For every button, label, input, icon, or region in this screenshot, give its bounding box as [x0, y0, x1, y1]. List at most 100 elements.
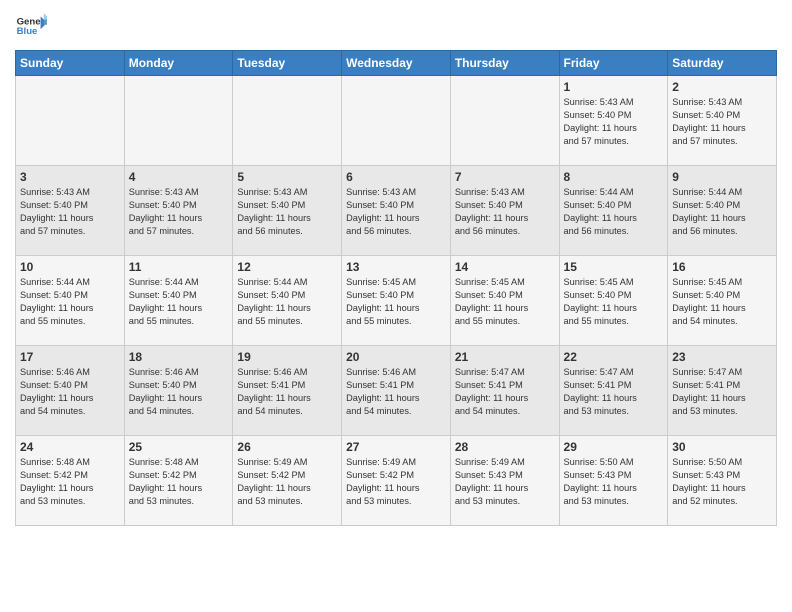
- calendar-header-row: SundayMondayTuesdayWednesdayThursdayFrid…: [16, 51, 777, 76]
- calendar-cell: [124, 76, 233, 166]
- calendar-cell: 2 Sunrise: 5:43 AM Sunset: 5:40 PM Daylig…: [668, 76, 777, 166]
- day-info: Sunrise: 5:44 AM Sunset: 5:40 PM Dayligh…: [564, 186, 664, 238]
- day-info: Sunrise: 5:45 AM Sunset: 5:40 PM Dayligh…: [672, 276, 772, 328]
- day-number: 1: [564, 80, 664, 94]
- day-info: Sunrise: 5:49 AM Sunset: 5:42 PM Dayligh…: [237, 456, 337, 508]
- day-number: 21: [455, 350, 555, 364]
- calendar-cell: 4 Sunrise: 5:43 AM Sunset: 5:40 PM Daylig…: [124, 166, 233, 256]
- calendar-cell: 22Sunrise: 5:47 AM Sunset: 5:41 PM Dayli…: [559, 346, 668, 436]
- calendar-cell: 27 Sunrise: 5:49 AM Sunset: 5:42 PM Dayli…: [342, 436, 451, 526]
- day-number: 19: [237, 350, 337, 364]
- day-info: Sunrise: 5:45 AM Sunset: 5:40 PM Dayligh…: [346, 276, 446, 328]
- calendar-cell: 14 Sunrise: 5:45 AM Sunset: 5:40 PM Dayli…: [450, 256, 559, 346]
- calendar-cell: 29 Sunrise: 5:50 AM Sunset: 5:43 PM Dayli…: [559, 436, 668, 526]
- day-number: 28: [455, 440, 555, 454]
- day-number: 5: [237, 170, 337, 184]
- logo-icon: General Blue: [15, 10, 47, 42]
- calendar-week-row: 17 Sunrise: 5:46 AM Sunset: 5:40 PM Dayli…: [16, 346, 777, 436]
- day-number: 20: [346, 350, 446, 364]
- day-info: Sunrise: 5:47 AM Sunset: 5:41 PM Dayligh…: [672, 366, 772, 418]
- calendar-cell: 11 Sunrise: 5:44 AM Sunset: 5:40 PM Dayli…: [124, 256, 233, 346]
- calendar-cell: 19 Sunrise: 5:46 AM Sunset: 5:41 PM Dayli…: [233, 346, 342, 436]
- calendar-cell: 26 Sunrise: 5:49 AM Sunset: 5:42 PM Dayli…: [233, 436, 342, 526]
- day-info: Sunrise: 5:48 AM Sunset: 5:42 PM Dayligh…: [129, 456, 229, 508]
- day-info: Sunrise: 5:47 AM Sunset: 5:41 PM Dayligh…: [455, 366, 555, 418]
- calendar-week-row: 10 Sunrise: 5:44 AM Sunset: 5:40 PM Dayli…: [16, 256, 777, 346]
- day-number: 29: [564, 440, 664, 454]
- calendar-cell: 25 Sunrise: 5:48 AM Sunset: 5:42 PM Dayli…: [124, 436, 233, 526]
- day-info: Sunrise: 5:44 AM Sunset: 5:40 PM Dayligh…: [237, 276, 337, 328]
- day-number: 7: [455, 170, 555, 184]
- calendar-day-header: Tuesday: [233, 51, 342, 76]
- day-number: 3: [20, 170, 120, 184]
- day-number: 24: [20, 440, 120, 454]
- calendar-cell: [342, 76, 451, 166]
- day-number: 9: [672, 170, 772, 184]
- day-number: 22: [564, 350, 664, 364]
- calendar-cell: 3 Sunrise: 5:43 AM Sunset: 5:40 PM Daylig…: [16, 166, 125, 256]
- calendar-cell: 1Sunrise: 5:43 AM Sunset: 5:40 PM Daylig…: [559, 76, 668, 166]
- calendar-cell: 20 Sunrise: 5:46 AM Sunset: 5:41 PM Dayli…: [342, 346, 451, 436]
- page-container: General Blue SundayMondayTuesdayWednesda…: [0, 0, 792, 536]
- calendar-week-row: 3 Sunrise: 5:43 AM Sunset: 5:40 PM Daylig…: [16, 166, 777, 256]
- calendar-cell: 23 Sunrise: 5:47 AM Sunset: 5:41 PM Dayli…: [668, 346, 777, 436]
- day-info: Sunrise: 5:46 AM Sunset: 5:41 PM Dayligh…: [237, 366, 337, 418]
- day-info: Sunrise: 5:49 AM Sunset: 5:42 PM Dayligh…: [346, 456, 446, 508]
- day-info: Sunrise: 5:50 AM Sunset: 5:43 PM Dayligh…: [564, 456, 664, 508]
- day-info: Sunrise: 5:45 AM Sunset: 5:40 PM Dayligh…: [564, 276, 664, 328]
- day-number: 27: [346, 440, 446, 454]
- day-info: Sunrise: 5:48 AM Sunset: 5:42 PM Dayligh…: [20, 456, 120, 508]
- calendar-cell: 24 Sunrise: 5:48 AM Sunset: 5:42 PM Dayli…: [16, 436, 125, 526]
- day-number: 23: [672, 350, 772, 364]
- day-info: Sunrise: 5:43 AM Sunset: 5:40 PM Dayligh…: [20, 186, 120, 238]
- day-number: 25: [129, 440, 229, 454]
- calendar-day-header: Sunday: [16, 51, 125, 76]
- calendar-day-header: Saturday: [668, 51, 777, 76]
- day-number: 2: [672, 80, 772, 94]
- calendar-day-header: Wednesday: [342, 51, 451, 76]
- calendar-cell: 7 Sunrise: 5:43 AM Sunset: 5:40 PM Daylig…: [450, 166, 559, 256]
- day-info: Sunrise: 5:43 AM Sunset: 5:40 PM Dayligh…: [237, 186, 337, 238]
- day-number: 6: [346, 170, 446, 184]
- calendar-cell: 9 Sunrise: 5:44 AM Sunset: 5:40 PM Daylig…: [668, 166, 777, 256]
- day-number: 13: [346, 260, 446, 274]
- calendar-cell: 17Sunrise: 5:46 AM Sunset: 5:40 PM Dayli…: [16, 346, 125, 436]
- day-number: 8: [564, 170, 664, 184]
- calendar-cell: 8 Sunrise: 5:44 AM Sunset: 5:40 PM Daylig…: [559, 166, 668, 256]
- day-number: 18: [129, 350, 229, 364]
- calendar-day-header: Monday: [124, 51, 233, 76]
- day-number: 17: [20, 350, 120, 364]
- day-number: 16: [672, 260, 772, 274]
- day-info: Sunrise: 5:45 AM Sunset: 5:40 PM Dayligh…: [455, 276, 555, 328]
- day-info: Sunrise: 5:49 AM Sunset: 5:43 PM Dayligh…: [455, 456, 555, 508]
- calendar-cell: 5 Sunrise: 5:43 AM Sunset: 5:40 PM Daylig…: [233, 166, 342, 256]
- calendar-cell: 28 Sunrise: 5:49 AM Sunset: 5:43 PM Dayli…: [450, 436, 559, 526]
- calendar-cell: 21 Sunrise: 5:47 AM Sunset: 5:41 PM Dayli…: [450, 346, 559, 436]
- day-info: Sunrise: 5:46 AM Sunset: 5:41 PM Dayligh…: [346, 366, 446, 418]
- day-number: 11: [129, 260, 229, 274]
- calendar-cell: [233, 76, 342, 166]
- calendar-cell: 12Sunrise: 5:44 AM Sunset: 5:40 PM Dayli…: [233, 256, 342, 346]
- day-info: Sunrise: 5:44 AM Sunset: 5:40 PM Dayligh…: [129, 276, 229, 328]
- day-number: 30: [672, 440, 772, 454]
- calendar-table: SundayMondayTuesdayWednesdayThursdayFrid…: [15, 50, 777, 526]
- calendar-cell: 16 Sunrise: 5:45 AM Sunset: 5:40 PM Dayli…: [668, 256, 777, 346]
- day-number: 4: [129, 170, 229, 184]
- day-info: Sunrise: 5:43 AM Sunset: 5:40 PM Dayligh…: [455, 186, 555, 238]
- day-info: Sunrise: 5:43 AM Sunset: 5:40 PM Dayligh…: [129, 186, 229, 238]
- calendar-cell: 18 Sunrise: 5:46 AM Sunset: 5:40 PM Dayli…: [124, 346, 233, 436]
- calendar-cell: 13 Sunrise: 5:45 AM Sunset: 5:40 PM Dayli…: [342, 256, 451, 346]
- header: General Blue: [15, 10, 777, 42]
- calendar-cell: 6Sunrise: 5:43 AM Sunset: 5:40 PM Daylig…: [342, 166, 451, 256]
- day-number: 14: [455, 260, 555, 274]
- calendar-cell: 30Sunrise: 5:50 AM Sunset: 5:43 PM Dayli…: [668, 436, 777, 526]
- day-info: Sunrise: 5:46 AM Sunset: 5:40 PM Dayligh…: [129, 366, 229, 418]
- day-number: 26: [237, 440, 337, 454]
- calendar-week-row: 1 Sunrise: 5:43 AM Sunset: 5:40 PM Daylig…: [16, 76, 777, 166]
- day-number: 10: [20, 260, 120, 274]
- day-info: Sunrise: 5:44 AM Sunset: 5:40 PM Dayligh…: [672, 186, 772, 238]
- day-number: 15: [564, 260, 664, 274]
- calendar-day-header: Friday: [559, 51, 668, 76]
- calendar-week-row: 24 Sunrise: 5:48 AM Sunset: 5:42 PM Dayli…: [16, 436, 777, 526]
- day-info: Sunrise: 5:43 AM Sunset: 5:40 PM Dayligh…: [672, 96, 772, 148]
